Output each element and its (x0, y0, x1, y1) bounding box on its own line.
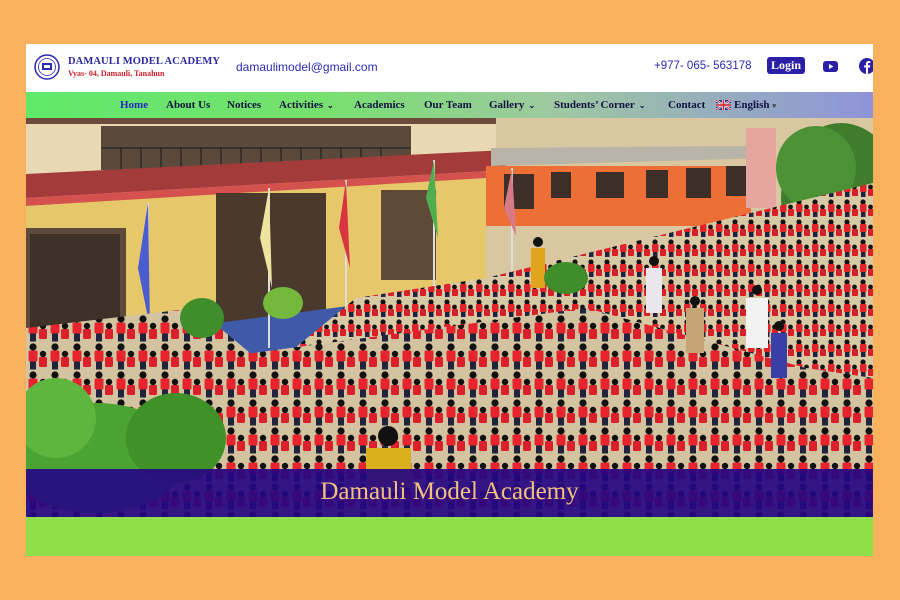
nav-item-about-us[interactable]: About Us (166, 92, 210, 118)
nav-item-label: Notices (227, 99, 262, 111)
school-logo-icon[interactable] (32, 54, 62, 80)
nav-item-label: Home (120, 99, 149, 111)
chevron-down-icon: ⌄ (638, 101, 646, 110)
nav-item-label: Contact (668, 99, 706, 111)
login-button[interactable]: Login (767, 57, 805, 74)
nav-item-notices[interactable]: Notices (227, 92, 261, 118)
site-header: DAMAULI MODEL ACADEMY Vyas- 04, Damauli,… (26, 44, 873, 92)
chevron-down-icon: ⌄ (326, 101, 334, 110)
nav-item-label: Activities (279, 99, 323, 111)
nav-item-activities[interactable]: Activities ⌄ (279, 92, 334, 118)
hero-caption: Damauli Model Academy (320, 478, 579, 505)
nav-item-label: Gallery (489, 99, 525, 111)
nav-item-label: About Us (166, 99, 211, 111)
main-nav: Home About Us Notices Activities ⌄ Academ… (26, 92, 873, 118)
nav-item-students-corner[interactable]: Students’ Corner ⌄ (554, 92, 645, 118)
nav-item-label: Academics (354, 99, 405, 111)
facebook-icon[interactable] (859, 58, 873, 74)
nav-item-contact[interactable]: Contact (668, 92, 705, 118)
chevron-down-icon: ⌄ (528, 101, 536, 110)
language-selector[interactable]: English ▾ (716, 92, 776, 118)
nav-item-label: Our Team (424, 99, 472, 111)
nav-item-home[interactable]: Home (120, 92, 148, 118)
hero-banner: Damauli Model Academy (26, 118, 873, 517)
school-assembly-photo (26, 118, 873, 517)
youtube-icon[interactable] (823, 61, 838, 72)
nav-item-gallery[interactable]: Gallery ⌄ (489, 92, 535, 118)
uk-flag-icon (716, 100, 731, 111)
footer-band (26, 517, 873, 556)
brand-name[interactable]: DAMAULI MODEL ACADEMY (68, 56, 220, 67)
browser-page: DAMAULI MODEL ACADEMY Vyas- 04, Damauli,… (26, 44, 873, 556)
phone-number[interactable]: +977- 065- 563178 (654, 60, 752, 72)
nav-item-academics[interactable]: Academics (354, 92, 405, 118)
email-link[interactable]: damaulimodel@gmail.com (236, 60, 378, 74)
nav-item-our-team[interactable]: Our Team (424, 92, 472, 118)
nav-item-label: Students’ Corner (554, 99, 635, 111)
caret-down-icon: ▾ (772, 102, 776, 110)
language-label: English (734, 99, 770, 111)
brand-address: Vyas- 04, Damauli, Tanahun (68, 69, 165, 78)
